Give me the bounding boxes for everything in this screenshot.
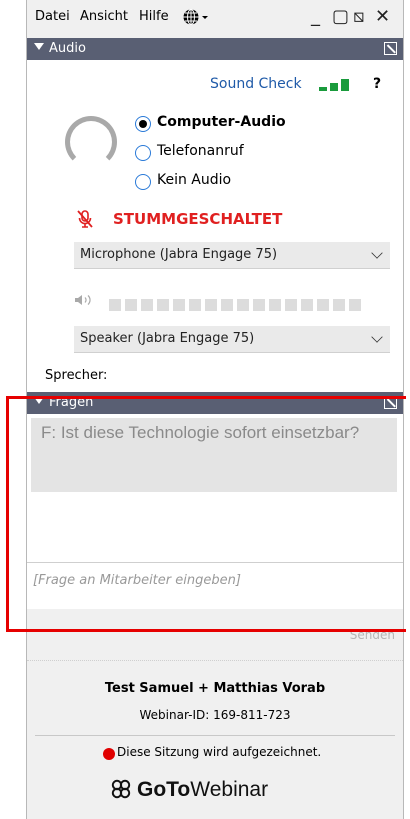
level-segment — [173, 298, 185, 311]
audio-section-title: Audio — [49, 41, 86, 56]
minimize-button[interactable]: _ — [311, 6, 320, 27]
microphone-muted-icon[interactable] — [77, 210, 93, 228]
audio-section-header[interactable]: Audio — [27, 38, 403, 60]
speaker-level-meter — [109, 294, 365, 313]
gotowebinar-logo: GoToWebinar — [111, 778, 268, 802]
signal-bars-icon — [319, 79, 359, 91]
divider — [35, 735, 395, 736]
level-segment — [205, 298, 217, 311]
recording-dot-icon — [103, 748, 115, 760]
menu-bar: Datei Ansicht Hilfe _ ▢ ⧅ ✕ — [27, 0, 403, 38]
menu-help[interactable]: Hilfe — [139, 9, 169, 24]
organizer-name: Test Samuel + Matthias Vorab — [104, 681, 326, 696]
highlight-annotation — [6, 396, 406, 632]
level-segment — [141, 298, 153, 311]
headset-icon — [65, 116, 117, 168]
speaker-select[interactable]: Speaker (Jabra Engage 75) — [74, 326, 390, 353]
language-globe-icon[interactable] — [182, 8, 210, 30]
goto-logo-icon — [111, 779, 131, 799]
level-segment — [221, 298, 233, 311]
webinar-id: Webinar-ID: 169-811-723 — [139, 708, 291, 722]
radio-computer-audio[interactable] — [135, 116, 151, 132]
chevron-down-icon — [371, 247, 383, 259]
microphone-select[interactable]: Microphone (Jabra Engage 75) — [74, 242, 390, 269]
speaker-volume-icon — [74, 294, 96, 309]
recording-notice: Diese Sitzung wird aufgezeichnet. — [117, 745, 322, 759]
popout-icon[interactable] — [384, 42, 397, 55]
mute-status: STUMMGESCHALTET — [113, 210, 283, 228]
microphone-select-value: Microphone (Jabra Engage 75) — [80, 247, 278, 262]
radio-no-audio[interactable] — [135, 174, 151, 190]
collapse-triangle-icon[interactable] — [34, 43, 44, 50]
radio-phone-call[interactable] — [135, 145, 151, 161]
logo-bold-text: GoTo — [137, 778, 191, 801]
level-segment — [253, 298, 265, 311]
menu-file[interactable]: Datei — [35, 9, 70, 24]
level-segment — [269, 298, 281, 311]
menu-view[interactable]: Ansicht — [80, 9, 128, 24]
close-button[interactable]: ✕ — [375, 6, 390, 27]
speaker-label: Sprecher: — [45, 368, 108, 383]
chevron-down-icon — [371, 331, 383, 343]
level-segment — [125, 298, 137, 311]
level-segment — [157, 298, 169, 311]
level-segment — [237, 298, 249, 311]
label-phone-call: Telefonanruf — [157, 143, 244, 159]
shrink-button[interactable]: ⧅ — [353, 6, 364, 27]
label-no-audio: Kein Audio — [157, 172, 232, 188]
level-segment — [333, 298, 345, 311]
help-button[interactable]: ? — [373, 76, 381, 92]
sound-check-link[interactable]: Sound Check — [210, 76, 302, 92]
speaker-select-value: Speaker (Jabra Engage 75) — [80, 331, 255, 346]
logo-regular-text: Webinar — [190, 778, 269, 801]
level-segment — [109, 298, 121, 311]
level-segment — [317, 298, 329, 311]
level-segment — [285, 298, 297, 311]
level-segment — [349, 298, 361, 311]
level-segment — [189, 298, 201, 311]
label-computer-audio: Computer-Audio — [157, 114, 286, 130]
level-segment — [301, 298, 313, 311]
restore-button[interactable]: ▢ — [332, 6, 349, 27]
